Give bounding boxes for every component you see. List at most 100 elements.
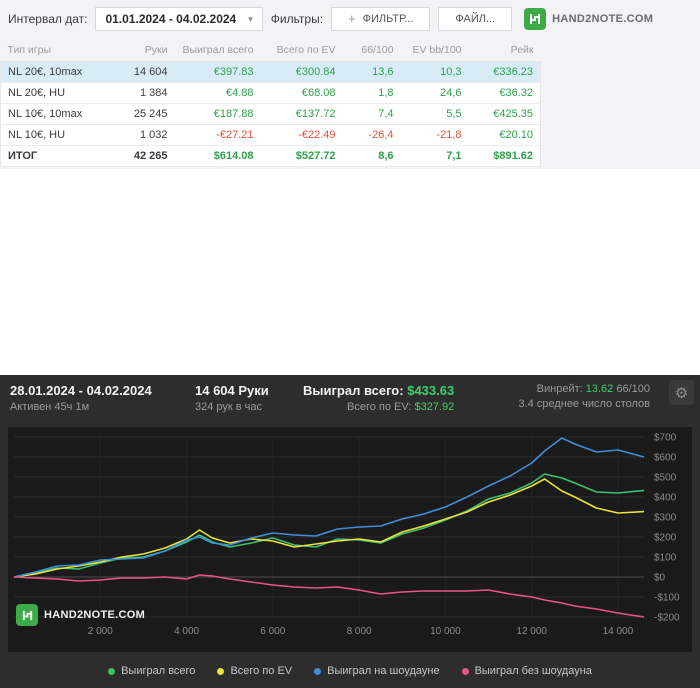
table-cell: 7,1 bbox=[400, 145, 469, 167]
svg-text:12 000: 12 000 bbox=[516, 626, 547, 637]
table-total-row[interactable]: ИТОГ 42 265 $614.08 $527.72 8,6 7,1 $891.62 bbox=[0, 145, 541, 167]
svg-text:$0: $0 bbox=[654, 573, 666, 584]
legend-item-label: Выиграл на шоудауне bbox=[327, 665, 440, 677]
hand2note-window: Интервал дат: 01.01.2024 - 04.02.2024 ▾ … bbox=[0, 0, 700, 688]
table-cell: 1,8 bbox=[342, 82, 401, 104]
add-filter-button[interactable]: + ФИЛЬТР... bbox=[331, 7, 431, 31]
table-header-row: Тип игры Руки Выиграл всего Всего по EV 66/1… bbox=[1, 38, 541, 62]
settings-gear-icon[interactable]: ⚙ bbox=[669, 380, 694, 405]
column-header[interactable]: Руки bbox=[107, 38, 175, 62]
table-cell: €300.84 bbox=[260, 61, 343, 83]
table-cell: €137.72 bbox=[260, 103, 343, 125]
table-cell: -€22.49 bbox=[260, 124, 343, 146]
column-header[interactable]: Рейк bbox=[469, 38, 541, 62]
column-header[interactable]: Тип игры bbox=[1, 38, 107, 62]
table-cell: €187.88 bbox=[174, 103, 261, 125]
session-hands-per-hour: 324 рук в час bbox=[195, 401, 263, 413]
chart-legend: Выиграл всего Всего по EV Выиграл на шоуда… bbox=[0, 654, 700, 688]
table-cell: $891.62 bbox=[468, 145, 541, 167]
equity-chart-area: 2 000 4 000 6 000 8 000 10 000 12 000 14 000 $7… bbox=[8, 427, 692, 652]
table-cell: 13,6 bbox=[342, 61, 401, 83]
table-cell: 10,3 bbox=[400, 61, 469, 83]
table-row[interactable]: NL 10€, HU 1 032 -€27.21 -€22.49 -26,4 -21,8 €… bbox=[0, 124, 541, 146]
column-header[interactable]: EV bb/100 bbox=[401, 38, 469, 62]
legend-item[interactable]: Всего по EV bbox=[217, 665, 292, 677]
file-button[interactable]: ФАЙЛ... bbox=[438, 7, 513, 31]
svg-text:-$100: -$100 bbox=[654, 593, 680, 604]
svg-text:$200: $200 bbox=[654, 533, 677, 544]
svg-text:4 000: 4 000 bbox=[174, 626, 199, 637]
session-panel-header: 28.01.2024 - 04.02.2024 Активен 45ч 1м 1… bbox=[0, 375, 700, 413]
column-header[interactable]: Всего по EV bbox=[261, 38, 343, 62]
table-cell: ИТОГ bbox=[0, 145, 107, 167]
hand2note-logo-icon bbox=[16, 604, 38, 626]
column-header[interactable]: 66/100 bbox=[343, 38, 401, 62]
legend-item[interactable]: Выиграл без шоудауна bbox=[461, 665, 592, 677]
svg-text:2 000: 2 000 bbox=[88, 626, 113, 637]
table-cell: -€27.21 bbox=[174, 124, 261, 146]
svg-text:$600: $600 bbox=[654, 453, 677, 464]
column-header[interactable]: Выиграл всего bbox=[175, 38, 261, 62]
table-cell: €68.08 bbox=[260, 82, 343, 104]
table-cell: €336.23 bbox=[468, 61, 541, 83]
svg-text:14 000: 14 000 bbox=[603, 626, 634, 637]
date-interval-label: Интервал дат: bbox=[8, 12, 88, 26]
svg-text:$700: $700 bbox=[654, 433, 677, 444]
session-won-total: Выиграл всего: $433.63 bbox=[303, 383, 455, 398]
svg-text:6 000: 6 000 bbox=[260, 626, 285, 637]
add-filter-button-label: ФИЛЬТР... bbox=[362, 13, 414, 25]
file-button-label: ФАЙЛ... bbox=[455, 13, 496, 25]
table-cell: 5,5 bbox=[400, 103, 469, 125]
table-cell: €425.35 bbox=[468, 103, 541, 125]
session-ev-total: Всего по EV: $327.92 bbox=[347, 401, 455, 413]
svg-text:-$200: -$200 bbox=[654, 613, 680, 624]
table-cell: €36.32 bbox=[468, 82, 541, 104]
session-ev-value: $327.92 bbox=[414, 401, 455, 413]
top-section: Интервал дат: 01.01.2024 - 04.02.2024 ▾ … bbox=[0, 0, 700, 169]
svg-text:$100: $100 bbox=[654, 553, 677, 564]
table-cell: €397.83 bbox=[174, 61, 261, 83]
table-cell: -21,8 bbox=[400, 124, 469, 146]
svg-text:8 000: 8 000 bbox=[347, 626, 372, 637]
session-avg-tables: 3.4 среднее число столов bbox=[518, 398, 650, 410]
legend-item-label: Выиграл всего bbox=[121, 665, 196, 677]
svg-text:$400: $400 bbox=[654, 493, 677, 504]
table-cell: €20.10 bbox=[468, 124, 541, 146]
session-panel: 28.01.2024 - 04.02.2024 Активен 45ч 1м 1… bbox=[0, 375, 700, 688]
results-table: Тип игры Руки Выиграл всего Всего по EV 66/1… bbox=[0, 38, 541, 167]
session-hands: 14 604 Руки bbox=[195, 383, 269, 398]
table-cell: 7,4 bbox=[342, 103, 401, 125]
date-range-select[interactable]: 01.01.2024 - 04.02.2024 ▾ bbox=[95, 7, 263, 31]
table-cell: 8,6 bbox=[342, 145, 401, 167]
table-cell: $614.08 bbox=[174, 145, 261, 167]
table-row[interactable]: NL 20€, HU 1 384 €4.88 €68.08 1,8 24,6 €36.32 bbox=[0, 82, 541, 104]
table-cell: 42 265 bbox=[106, 145, 175, 167]
legend-dot-icon bbox=[461, 667, 469, 675]
legend-item-label: Выиграл без шоудауна bbox=[474, 665, 592, 677]
chevron-down-icon: ▾ bbox=[248, 13, 253, 24]
toolbar: Интервал дат: 01.01.2024 - 04.02.2024 ▾ … bbox=[0, 0, 700, 38]
legend-dot-icon bbox=[314, 667, 322, 675]
legend-item[interactable]: Выиграл на шоудауне bbox=[314, 665, 440, 677]
watermark-text: HAND2NOTE.COM bbox=[44, 609, 146, 621]
table-cell: 1 032 bbox=[106, 124, 175, 146]
session-winrate: Винрейт: 13.62 66/100 bbox=[536, 383, 650, 395]
table-cell: €4.88 bbox=[174, 82, 261, 104]
brand-logo[interactable]: HAND2NOTE.COM bbox=[524, 8, 653, 30]
table-row[interactable]: NL 20€, 10max 14 604 €397.83 €300.84 13,6 10,… bbox=[0, 61, 541, 83]
table-cell: $527.72 bbox=[260, 145, 343, 167]
filters-label: Фильтры: bbox=[270, 12, 324, 26]
legend-item[interactable]: Выиграл всего bbox=[108, 665, 195, 677]
table-cell: 25 245 bbox=[106, 103, 175, 125]
session-won-value: $433.63 bbox=[407, 383, 455, 398]
plus-icon: + bbox=[348, 11, 356, 26]
table-cell: NL 10€, HU bbox=[0, 124, 107, 146]
svg-text:$500: $500 bbox=[654, 473, 677, 484]
legend-dot-icon bbox=[108, 667, 116, 675]
table-cell: 14 604 bbox=[106, 61, 175, 83]
brand-text: HAND2NOTE.COM bbox=[552, 13, 654, 25]
svg-text:10 000: 10 000 bbox=[430, 626, 461, 637]
table-cell: 1 384 bbox=[106, 82, 175, 104]
table-cell: 24,6 bbox=[400, 82, 469, 104]
table-row[interactable]: NL 10€, 10max 25 245 €187.88 €137.72 7,4 5,5 €… bbox=[0, 103, 541, 125]
